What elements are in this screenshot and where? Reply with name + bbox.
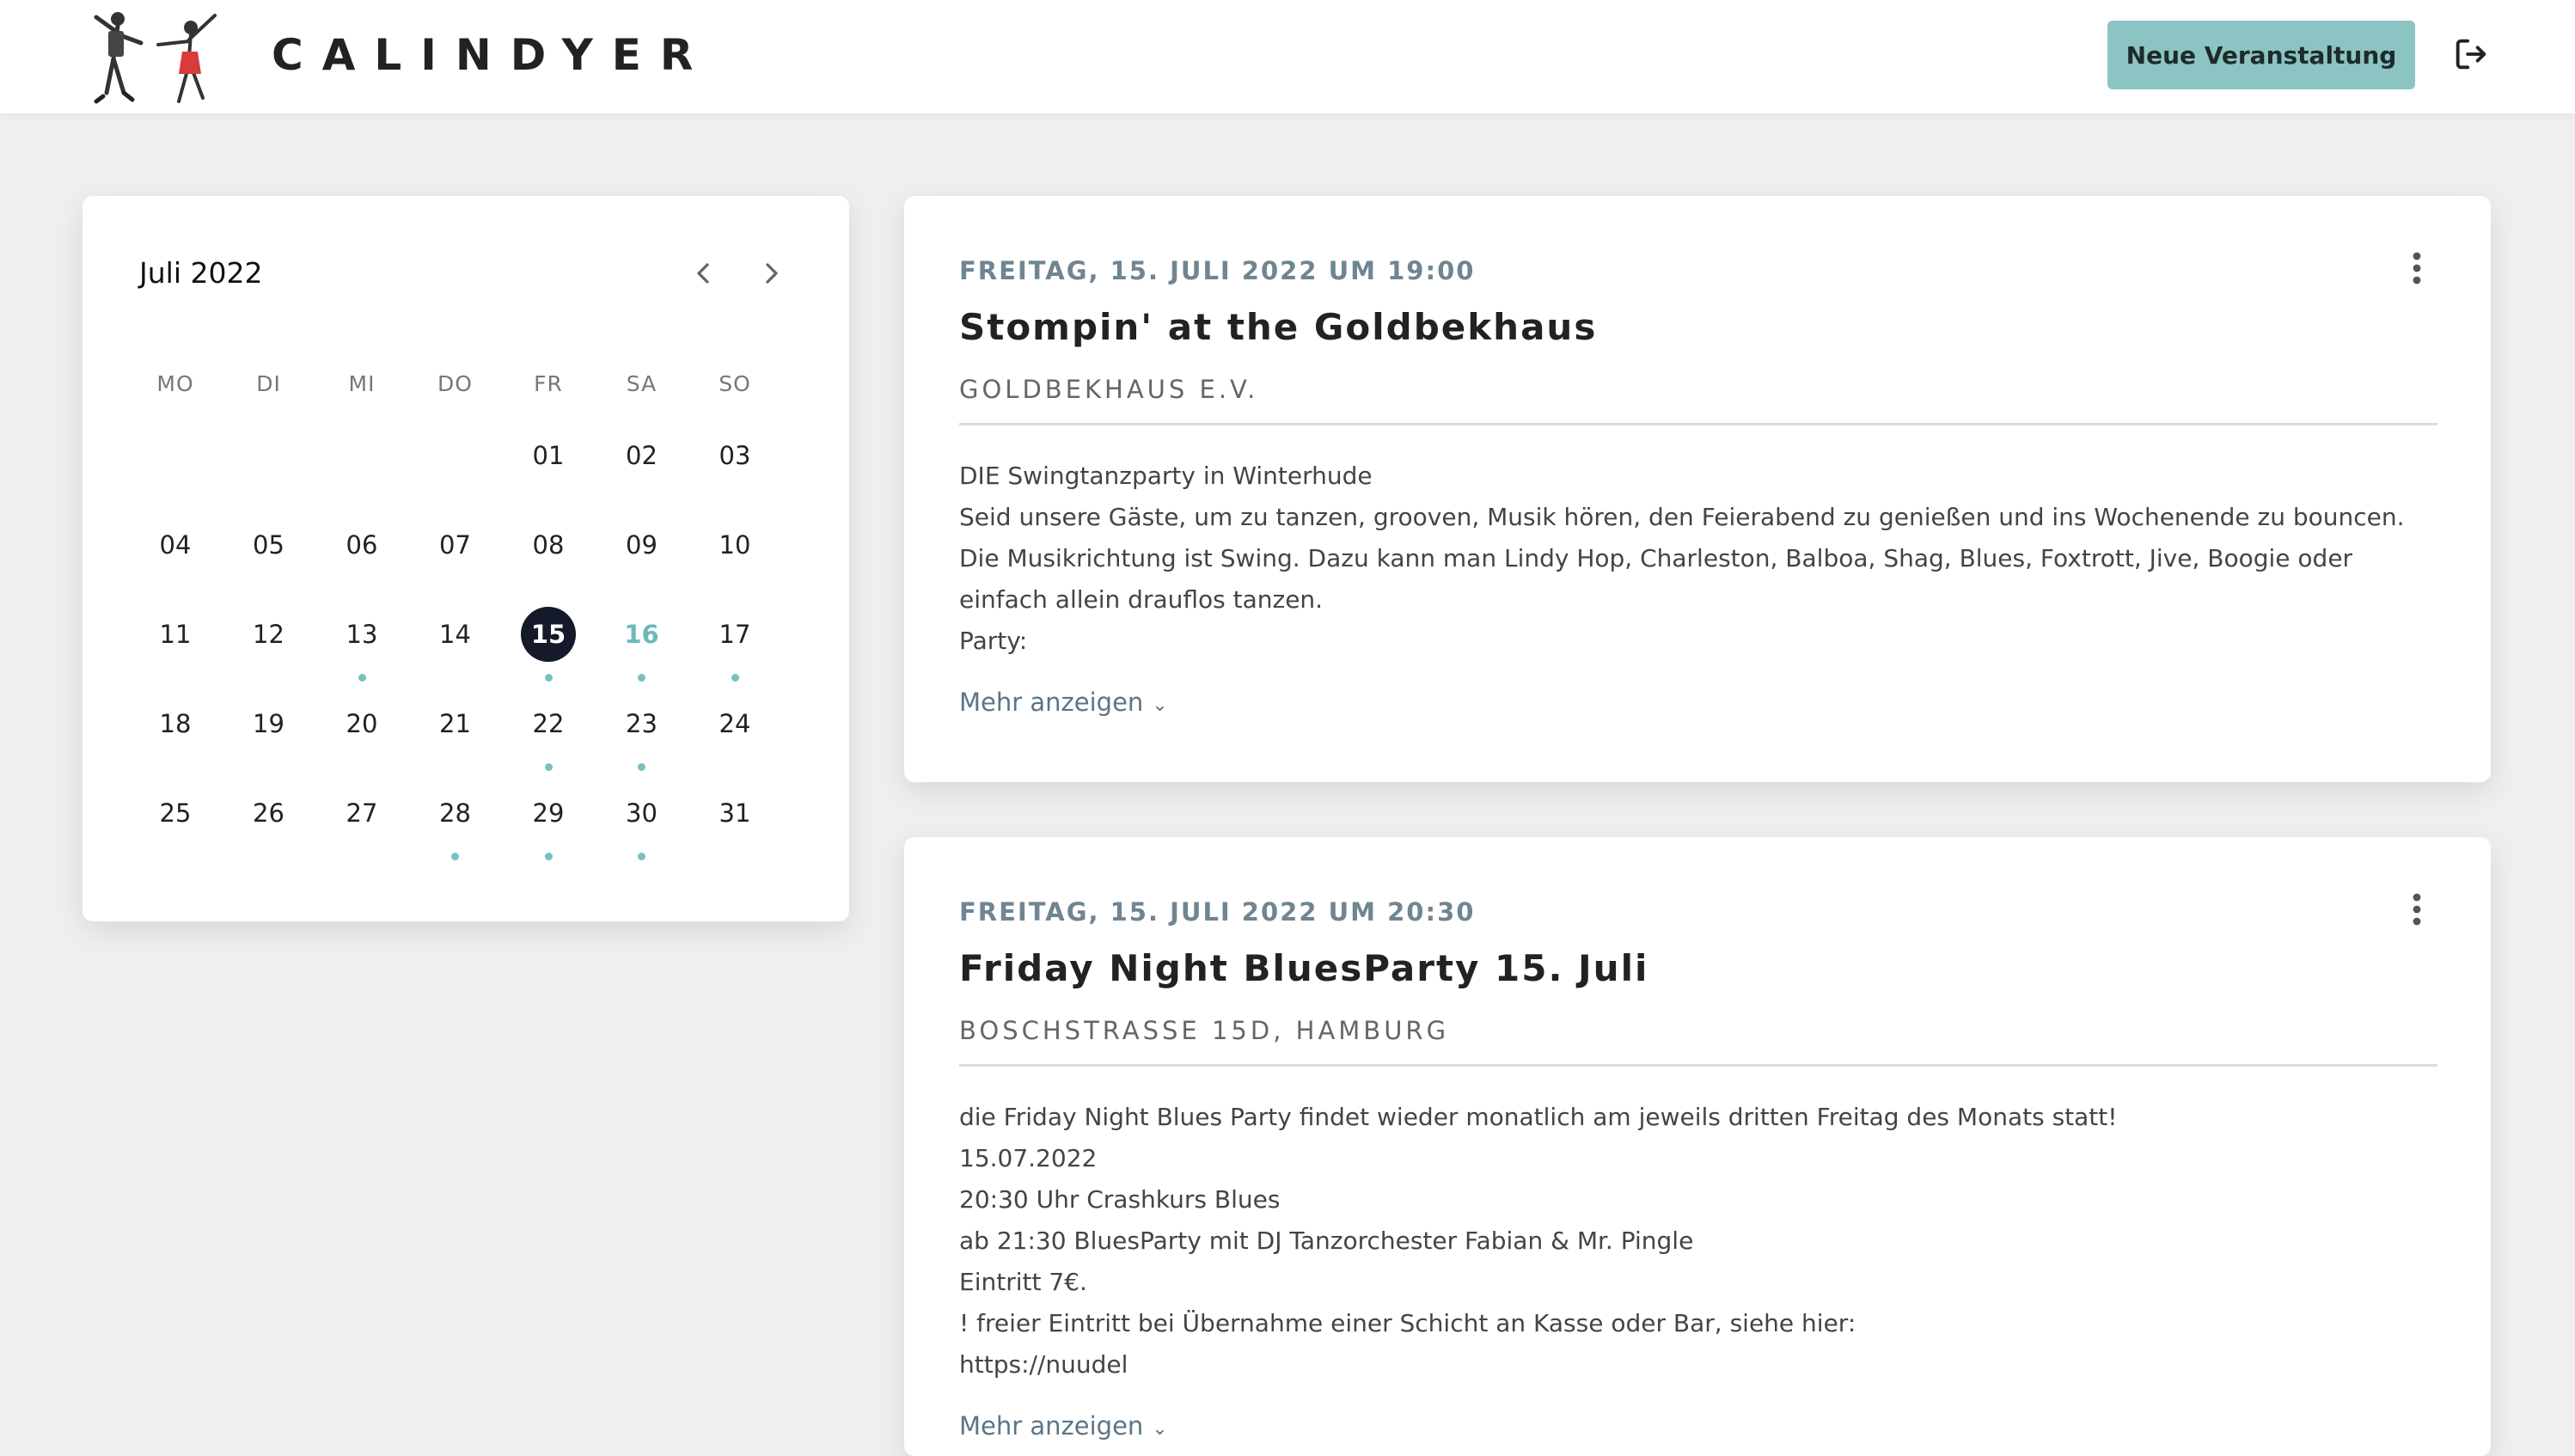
show-more-link[interactable]: Mehr anzeigen ⌄ [959, 1411, 1168, 1441]
chevron-down-icon: ⌄ [1152, 1418, 1168, 1440]
description-line: https://nuudel [959, 1350, 1128, 1379]
calendar-day-28[interactable]: 28 [409, 786, 502, 841]
event-indicator-dot [638, 763, 645, 771]
show-more-label: Mehr anzeigen [959, 1411, 1144, 1441]
calendar-day-31[interactable]: 31 [688, 786, 781, 841]
show-more-label: Mehr anzeigen [959, 688, 1144, 717]
event-card: FREITAG, 15. JULI 2022 UM 20:30 Friday N… [904, 837, 2491, 1456]
chevron-right-icon[interactable] [755, 256, 789, 291]
weekday-label: FR [534, 371, 563, 396]
event-description: DIE Swingtanzparty in Winterhude Seid un… [959, 456, 2437, 662]
calendar-day-11[interactable]: 11 [129, 607, 222, 662]
weekday-label: DI [256, 371, 281, 396]
calendar-day-29[interactable]: 29 [502, 786, 595, 841]
event-indicator-dot [544, 853, 553, 860]
calendar-day-27[interactable]: 27 [315, 786, 408, 841]
weekday-label: SO [719, 371, 751, 396]
weekday-label: SA [626, 371, 658, 396]
dancers-logo-icon [94, 12, 217, 104]
calendar-day-05[interactable]: 05 [223, 517, 315, 572]
calendar-day-30[interactable]: 30 [596, 786, 688, 841]
calendar-day-01[interactable]: 01 [502, 428, 595, 483]
calendar-day-25[interactable]: 25 [129, 786, 222, 841]
app-header: CALINDYER Neue Veranstaltung [0, 0, 2575, 113]
description-line: Party: [959, 627, 1028, 655]
calendar-day-12[interactable]: 12 [223, 607, 315, 662]
calendar-day-09[interactable]: 09 [596, 517, 688, 572]
calendar-day-18[interactable]: 18 [129, 696, 222, 751]
calendar-day-17[interactable]: 17 [688, 607, 781, 662]
event-indicator-dot [638, 853, 645, 860]
logout-icon[interactable] [2451, 34, 2491, 74]
calendar-day-07[interactable]: 07 [409, 517, 502, 572]
event-indicator-dot [544, 674, 553, 682]
calendar-day-23[interactable]: 23 [596, 696, 688, 751]
calendar-day-24[interactable]: 24 [688, 696, 781, 751]
chevron-down-icon: ⌄ [1152, 694, 1168, 716]
description-line: 15.07.2022 [959, 1144, 1098, 1172]
description-line: einfach allein drauflos tanzen. [959, 585, 1324, 614]
event-card: FREITAG, 15. JULI 2022 UM 19:00 Stompin'… [904, 196, 2491, 782]
calendar-day-21[interactable]: 21 [409, 696, 502, 751]
calendar-day-26[interactable]: 26 [223, 786, 315, 841]
event-date: FREITAG, 15. JULI 2022 UM 19:00 [959, 256, 1476, 285]
calendar-day-19[interactable]: 19 [223, 696, 315, 751]
chevron-left-icon[interactable] [686, 256, 720, 291]
weekday-label: DO [437, 371, 473, 396]
calendar-day-04[interactable]: 04 [129, 517, 222, 572]
more-options-icon[interactable] [2408, 892, 2425, 927]
event-location: BOSCHSTRASSE 15D, HAMBURG [959, 1016, 1450, 1045]
event-title[interactable]: Friday Night BluesParty 15. Juli [959, 947, 1648, 989]
calendar-day-16[interactable]: 16 [596, 607, 688, 662]
event-location: GOLDBEKHAUS E.V. [959, 375, 1259, 404]
event-date: FREITAG, 15. JULI 2022 UM 20:30 [959, 897, 1476, 927]
description-line: Die Musikrichtung ist Swing. Dazu kann m… [959, 544, 2353, 572]
calendar-day-10[interactable]: 10 [688, 517, 781, 572]
event-indicator-dot [638, 674, 645, 682]
show-more-link[interactable]: Mehr anzeigen ⌄ [959, 688, 1168, 717]
event-description: die Friday Night Blues Party findet wied… [959, 1097, 2437, 1386]
weekday-label: MI [348, 371, 376, 396]
calendar-day-15[interactable]: 15 [502, 607, 595, 662]
description-line: ab 21:30 BluesParty mit DJ Tanzorchester… [959, 1227, 1694, 1255]
event-indicator-dot [544, 763, 553, 771]
weekday-label: MO [156, 371, 194, 396]
description-line: die Friday Night Blues Party findet wied… [959, 1103, 2118, 1131]
event-indicator-dot [358, 674, 366, 682]
new-event-button[interactable]: Neue Veranstaltung [2107, 21, 2415, 89]
calendar-day-08[interactable]: 08 [502, 517, 595, 572]
event-indicator-dot [731, 674, 739, 682]
calendar-month-label: Juli 2022 [139, 256, 263, 290]
calendar-day-13[interactable]: 13 [315, 607, 408, 662]
calendar-day-14[interactable]: 14 [409, 607, 502, 662]
description-line: ! freier Eintritt bei Übernahme einer Sc… [959, 1309, 1856, 1337]
calendar-day-03[interactable]: 03 [688, 428, 781, 483]
event-indicator-dot [451, 853, 459, 860]
description-line: DIE Swingtanzparty in Winterhude [959, 462, 1373, 490]
calendar-day-06[interactable]: 06 [315, 517, 408, 572]
calendar-panel: Juli 2022 MO DI MI DO FR SA SO 01 02 03 04 05 06 07 08… [83, 196, 849, 921]
calendar-day-02[interactable]: 02 [596, 428, 688, 483]
event-title[interactable]: Stompin' at the Goldbekhaus [959, 306, 1597, 348]
brand-name: CALINDYER [272, 30, 713, 80]
description-line: Eintritt 7€. [959, 1268, 1087, 1296]
more-options-icon[interactable] [2408, 251, 2425, 285]
calendar-day-22[interactable]: 22 [502, 696, 595, 751]
calendar-day-20[interactable]: 20 [315, 696, 408, 751]
description-line: Seid unsere Gäste, um zu tanzen, grooven… [959, 503, 2405, 531]
description-line: 20:30 Uhr Crashkurs Blues [959, 1185, 1281, 1214]
divider [959, 423, 2437, 425]
divider [959, 1064, 2437, 1067]
